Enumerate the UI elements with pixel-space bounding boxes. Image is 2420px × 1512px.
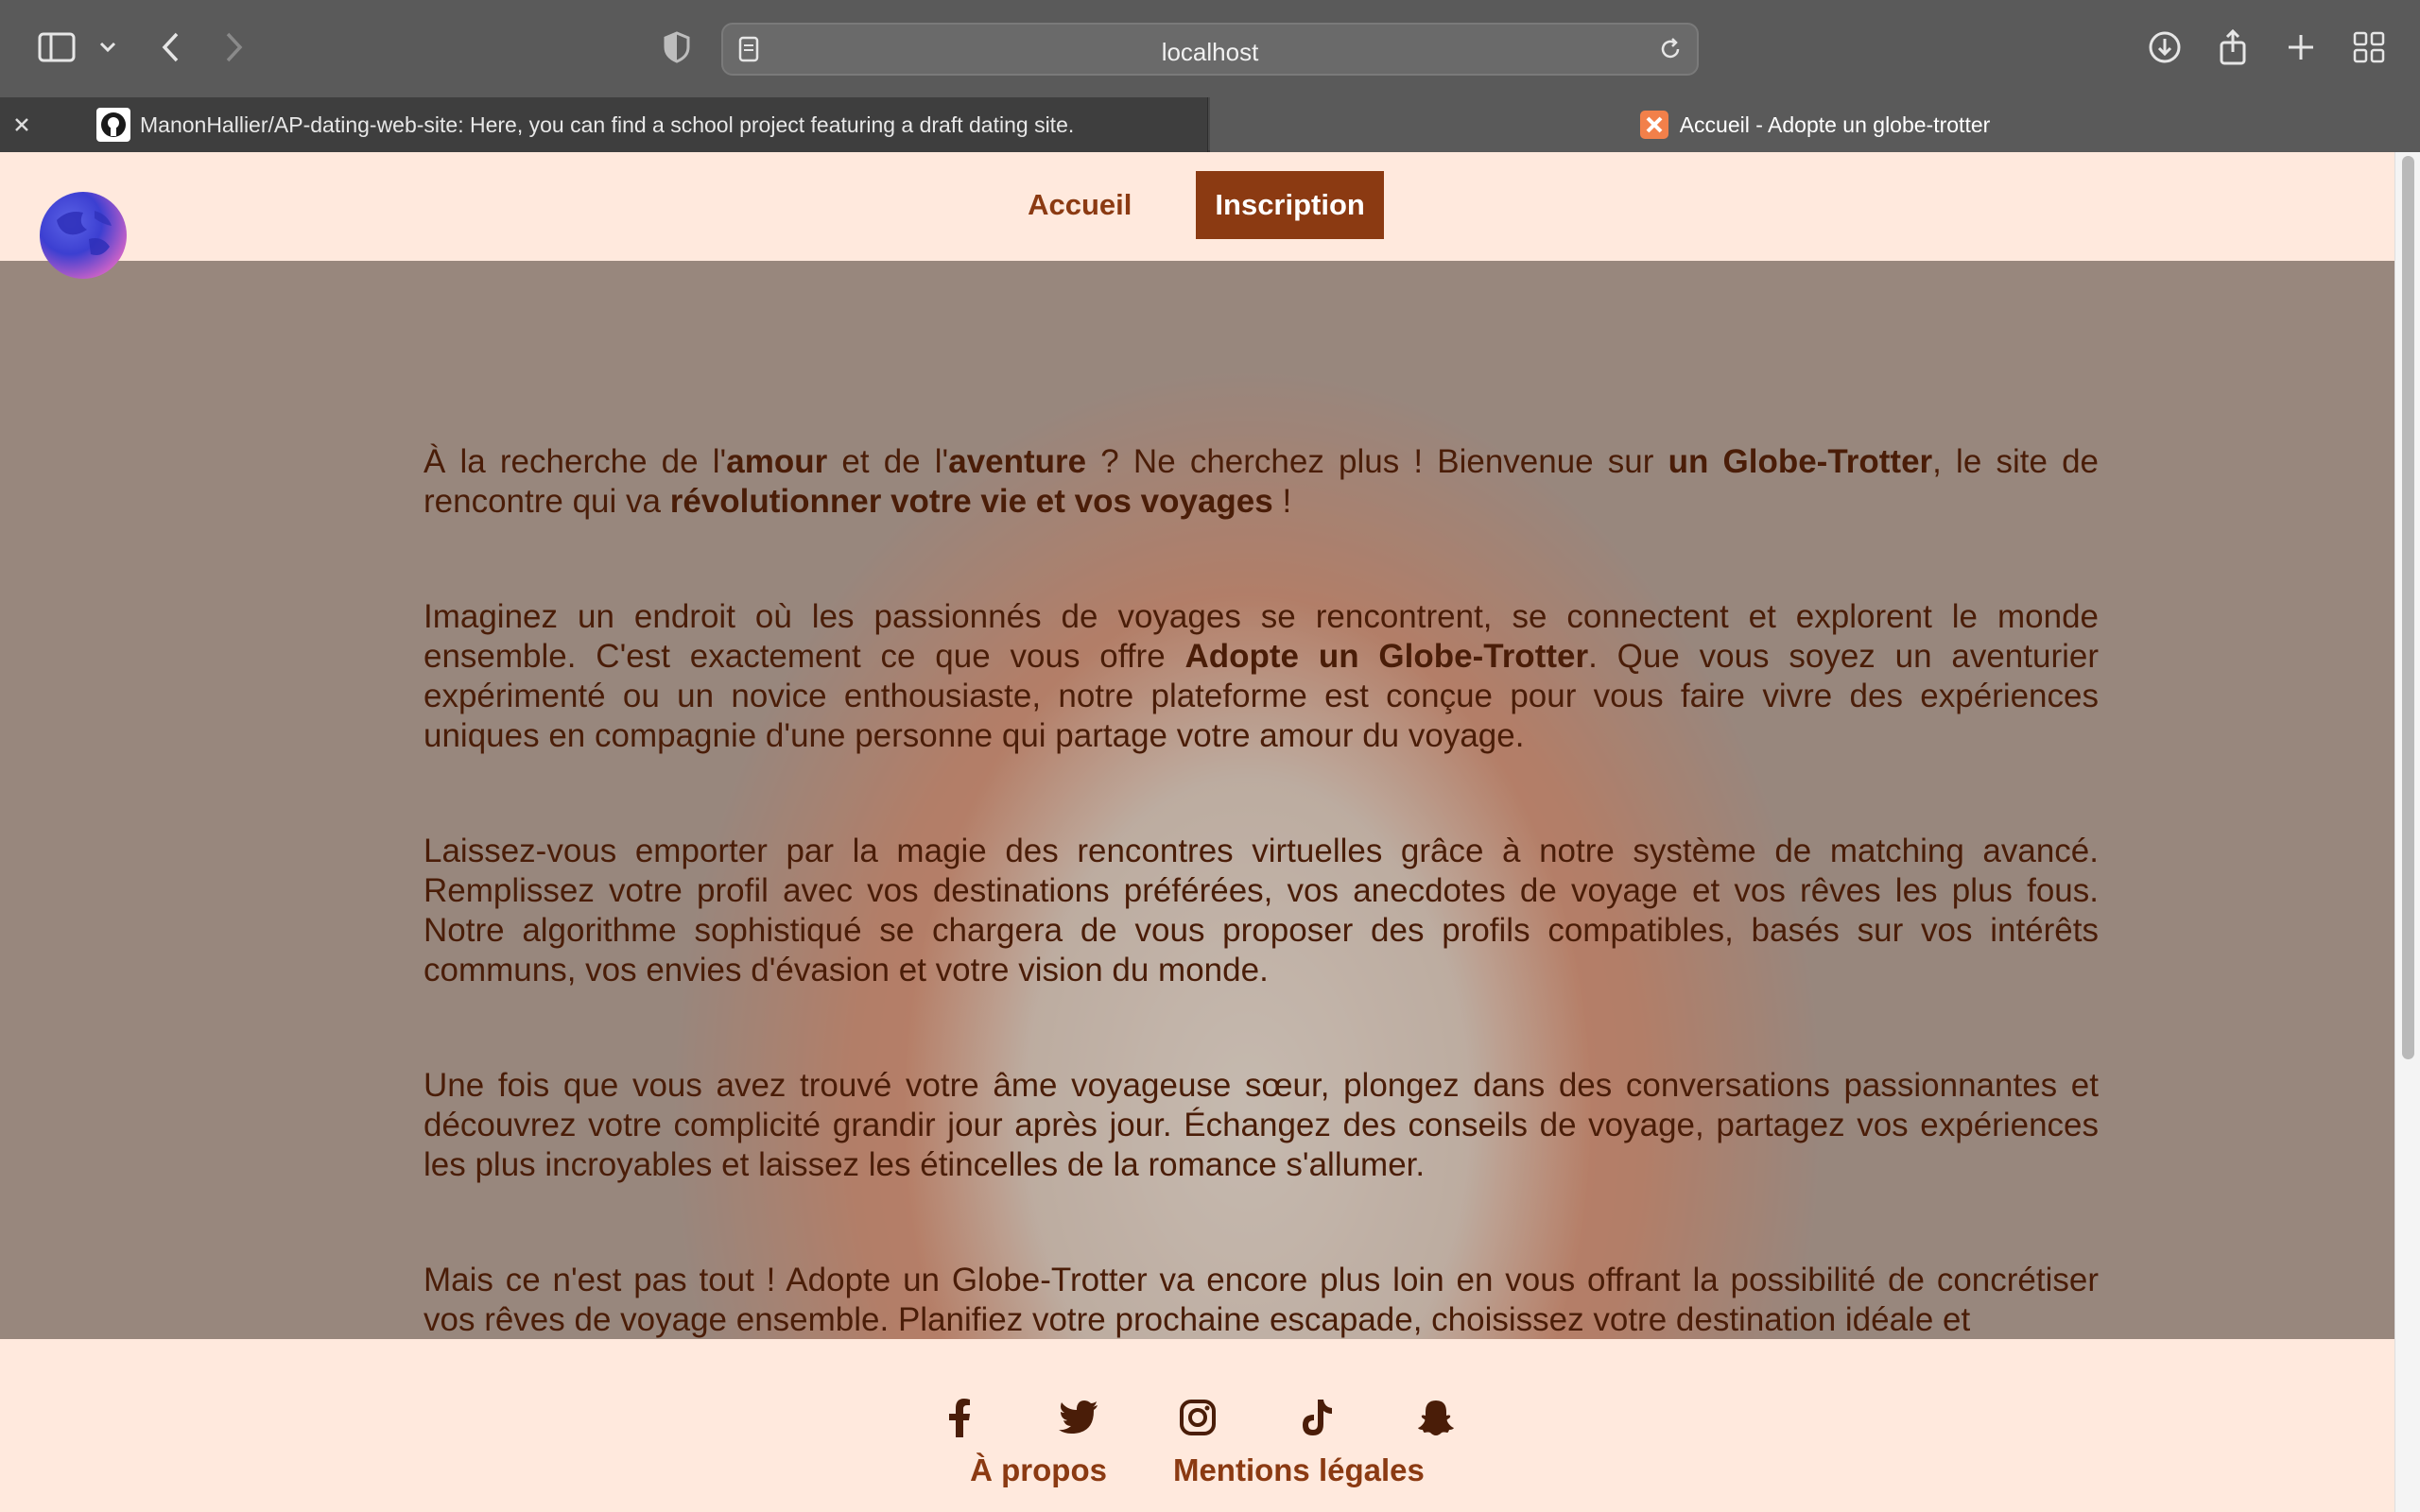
sidebar-toggle-icon[interactable]	[36, 26, 78, 68]
travel-paragraph: Mais ce n'est pas tout ! Adopte un Globe…	[424, 1262, 2099, 1338]
matching-paragraph: Laissez-vous emporter par la magie des r…	[424, 833, 2099, 988]
nav-inscription-button[interactable]: Inscription	[1196, 171, 1384, 239]
browser-toolbar: localhost	[0, 0, 2420, 97]
privacy-shield-icon[interactable]	[656, 26, 698, 68]
tab-github-label: ManonHallier/AP-dating-web-site: Here, y…	[140, 112, 1075, 137]
chevron-down-icon[interactable]	[87, 26, 129, 68]
main-nav: Accueil Inscription	[0, 169, 2394, 241]
twitter-icon[interactable]	[1053, 1392, 1104, 1443]
new-tab-icon[interactable]	[2280, 26, 2322, 68]
snapchat-icon[interactable]	[1410, 1392, 1461, 1443]
site-logo-globe[interactable]	[40, 192, 127, 279]
tab-bar: ManonHallier/AP-dating-web-site: Here, y…	[0, 97, 2420, 152]
hero-section: À la recherche de l'amour et de l'aventu…	[0, 261, 2394, 1492]
download-icon[interactable]	[2144, 26, 2186, 68]
scrollbar-thumb[interactable]	[2402, 156, 2414, 1059]
github-icon	[96, 108, 130, 142]
back-icon[interactable]	[149, 26, 191, 68]
intro-paragraph: À la recherche de l'amour et de l'aventu…	[424, 443, 2099, 520]
share-icon[interactable]	[2212, 26, 2254, 68]
address-bar[interactable]: localhost	[721, 23, 1699, 76]
reload-icon[interactable]	[1657, 36, 1684, 67]
instagram-icon[interactable]	[1172, 1392, 1223, 1443]
social-links	[0, 1392, 2394, 1443]
footer-links: À propos Mentions légales	[0, 1452, 2394, 1488]
tab-overview-icon[interactable]	[2348, 26, 2390, 68]
page-scrollbar[interactable]	[2394, 152, 2420, 1512]
site-footer: À propos Mentions légales	[0, 1339, 2394, 1512]
address-text: localhost	[1161, 38, 1259, 66]
hero-text: À la recherche de l'amour et de l'aventu…	[424, 442, 2099, 1416]
facebook-icon[interactable]	[934, 1392, 985, 1443]
page-viewport: À la recherche de l'amour et de l'aventu…	[0, 152, 2394, 1512]
legal-notice-link[interactable]: Mentions légales	[1173, 1452, 1425, 1488]
tiktok-icon[interactable]	[1291, 1392, 1342, 1443]
tab-accueil-label: Accueil - Adopte un globe-trotter	[1679, 112, 1991, 137]
site-favicon-icon	[1639, 111, 1668, 139]
site-header: Accueil Inscription	[0, 152, 2394, 261]
tab-accueil[interactable]: Accueil - Adopte un globe-trotter	[1210, 97, 2420, 152]
about-link[interactable]: À propos	[970, 1452, 1107, 1488]
tab-github[interactable]: ManonHallier/AP-dating-web-site: Here, y…	[0, 97, 1208, 152]
nav-accueil-link[interactable]: Accueil	[1011, 169, 1149, 241]
conversation-paragraph: Une fois que vous avez trouvé votre âme …	[424, 1067, 2099, 1183]
concept-paragraph: Imaginez un endroit où les passionnés de…	[424, 598, 2099, 754]
close-tab-icon[interactable]	[13, 116, 36, 133]
forward-icon[interactable]	[214, 26, 255, 68]
